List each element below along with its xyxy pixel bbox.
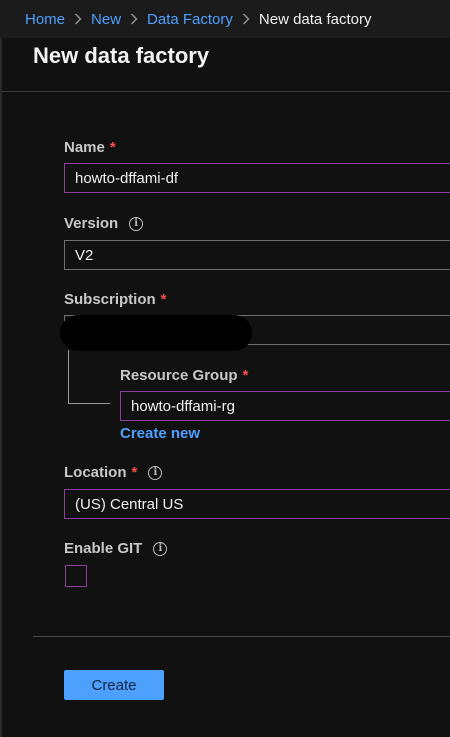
subscription-label: Subscription * (64, 291, 167, 308)
name-input-value: howto-dffami-df (75, 169, 179, 187)
required-marker: * (109, 139, 116, 156)
location-select-value: (US) Central US (75, 495, 184, 513)
info-icon[interactable]: i (153, 541, 168, 556)
name-label-text: Name (64, 139, 105, 156)
version-input[interactable]: V2 (64, 240, 450, 270)
breadcrumb-current: New data factory (258, 10, 372, 28)
version-label: Version i (64, 215, 144, 232)
breadcrumb-data-factory[interactable]: Data Factory (147, 11, 233, 28)
subscription-label-text: Subscription (64, 291, 156, 308)
enable-git-checkbox[interactable] (65, 565, 87, 587)
resource-group-label-text: Resource Group (120, 367, 238, 384)
enable-git-label: Enable GIT i (64, 540, 168, 557)
breadcrumb-new[interactable]: New (91, 11, 121, 28)
enable-git-label-text: Enable GIT (64, 540, 143, 557)
resource-group-select-value: howto-dffami-rg (131, 397, 235, 415)
required-marker: * (160, 291, 167, 308)
redaction-mark (60, 315, 252, 351)
tree-connector-vertical (68, 350, 69, 404)
resource-group-select[interactable]: howto-dffami-rg (120, 391, 450, 421)
tree-connector-horizontal (68, 403, 110, 404)
name-label: Name * (64, 139, 116, 156)
breadcrumb: Home New Data Factory New data factory (0, 0, 450, 38)
resource-group-label: Resource Group * (120, 367, 248, 384)
chevron-right-icon (242, 13, 250, 25)
name-input[interactable]: howto-dffami-df (64, 163, 450, 193)
location-label: Location * i (64, 464, 163, 481)
breadcrumb-home[interactable]: Home (25, 11, 65, 28)
location-select[interactable]: (US) Central US (64, 489, 450, 519)
title-divider (2, 91, 450, 92)
info-icon[interactable]: i (148, 465, 163, 480)
required-marker: * (131, 464, 138, 481)
create-new-resource-group-link[interactable]: Create new (120, 425, 200, 442)
panel-edge (0, 38, 2, 737)
new-data-factory-page: Home New Data Factory New data factory N… (0, 0, 450, 737)
chevron-right-icon (130, 13, 138, 25)
page-title: New data factory (33, 43, 210, 68)
version-input-value: V2 (75, 246, 94, 264)
footer-divider (33, 636, 450, 637)
location-label-text: Location (64, 464, 127, 481)
create-button[interactable]: Create (64, 670, 164, 700)
version-label-text: Version (64, 215, 119, 232)
required-marker: * (242, 367, 249, 384)
chevron-right-icon (74, 13, 82, 25)
info-icon[interactable]: i (129, 216, 144, 231)
